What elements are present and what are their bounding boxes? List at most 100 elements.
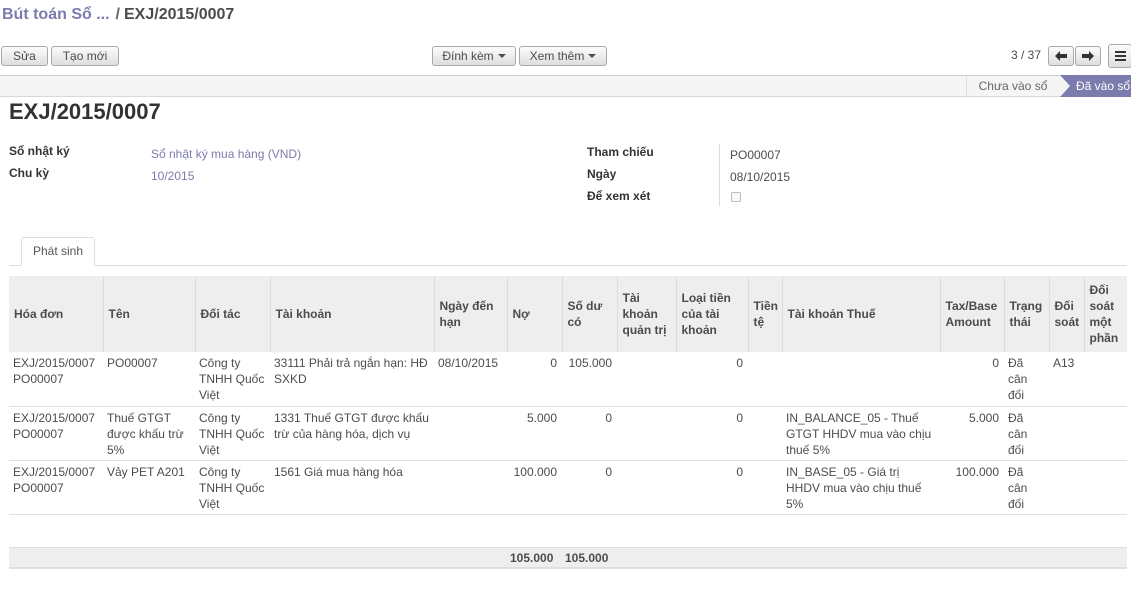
cell-currency <box>748 352 782 407</box>
cell-analytic <box>617 352 676 407</box>
cell-name: Vảy PET A201 <box>103 460 195 515</box>
list-icon <box>1114 51 1126 61</box>
cell-tax-code <box>782 352 940 407</box>
col-header[interactable]: Số dư có <box>561 276 617 352</box>
cell-partial-reconcile <box>1084 460 1127 515</box>
cell-currency <box>748 406 782 461</box>
cell-state: Đã cân đối <box>1004 352 1049 407</box>
totals-row: 105.000 105.000 <box>9 547 1127 568</box>
control-panel: Bút toán Sổ ... / EXJ/2015/0007 Sửa Tạo mớ… <box>0 0 1131 76</box>
edit-button[interactable]: Sửa <box>1 46 48 66</box>
attach-dropdown-button[interactable]: Đính kèm <box>432 46 516 66</box>
table-row[interactable]: EXJ/2015/0007 PO00007 Thuế GTGT được khấ… <box>9 406 1127 461</box>
attach-label: Đính kèm <box>442 49 494 63</box>
col-header[interactable]: Ngày đến hạn <box>433 276 507 352</box>
journal-lines-table: Hóa đơn Tên Đối tác Tài khoản Ngày đến h… <box>9 276 1127 569</box>
pager-previous-button[interactable] <box>1048 46 1074 66</box>
journal-value[interactable]: Sổ nhật ký mua hàng (VND) <box>151 147 301 161</box>
status-draft[interactable]: Chưa vào sổ <box>966 76 1059 96</box>
cell-account: 33111 Phải trả ngắn hạn: HĐ SXKD <box>270 352 434 407</box>
col-header[interactable]: Tax/Base Amount <box>939 276 1004 352</box>
col-header[interactable]: Đối soát <box>1048 276 1084 352</box>
cell-debit: 5.000 <box>507 406 562 461</box>
cell-debit: 0 <box>507 352 562 407</box>
status-posted[interactable]: Đã vào sổ <box>1060 75 1131 97</box>
breadcrumb: Bút toán Sổ ... / EXJ/2015/0007 <box>2 6 234 24</box>
cell-invoice: EXJ/2015/0007 PO00007 <box>9 406 103 461</box>
breadcrumb-current: EXJ/2015/0007 <box>124 6 235 23</box>
total-credit: 105.000 <box>565 551 609 565</box>
cell-tax-amount: 100.000 <box>940 460 1004 515</box>
create-button[interactable]: Tạo mới <box>51 46 119 66</box>
reference-value: PO00007 <box>730 148 781 162</box>
cell-account: 1561 Giá mua hàng hóa <box>270 460 434 515</box>
table-row[interactable]: EXJ/2015/0007 PO00007 Vảy PET A201 Công … <box>9 460 1127 515</box>
col-header[interactable]: Đối soát một phần <box>1083 276 1127 352</box>
cell-name: Thuế GTGT được khấu trừ 5% <box>103 406 195 461</box>
tab-divider <box>9 265 1127 266</box>
reference-label: Tham chiếu <box>587 145 654 159</box>
col-header[interactable]: Trạng thái <box>1003 276 1049 352</box>
pager-counter: 3 / 37 <box>1011 48 1042 62</box>
cell-analytic <box>617 406 676 461</box>
table-row[interactable]: EXJ/2015/0007 PO00007 PO00007 Công ty TN… <box>9 352 1127 407</box>
cell-currency <box>748 460 782 515</box>
cell-credit: 0 <box>562 406 617 461</box>
cell-credit: 0 <box>562 460 617 515</box>
field-divider <box>719 144 720 206</box>
col-header[interactable]: Tiền tệ <box>747 276 782 352</box>
record-title: EXJ/2015/0007 <box>9 99 161 124</box>
cell-partner: Công ty TNHH Quốc Việt <box>195 352 270 407</box>
breadcrumb-parent-link[interactable]: Bút toán Sổ ... <box>2 6 110 23</box>
cell-invoice: EXJ/2015/0007 PO00007 <box>9 352 103 407</box>
cell-tax-amount: 5.000 <box>940 406 1004 461</box>
cell-tax-code: IN_BASE_05 - Giá trị HHDV mua vào chịu t… <box>782 460 940 515</box>
breadcrumb-separator: / <box>115 6 120 23</box>
cell-invoice: EXJ/2015/0007 PO00007 <box>9 460 103 515</box>
col-header[interactable]: Hóa đơn <box>9 276 103 352</box>
to-review-label: Để xem xét <box>587 189 651 203</box>
cell-due-date <box>434 460 507 515</box>
cell-partial-reconcile <box>1084 406 1127 461</box>
status-bar: Chưa vào sổ Đã vào sổ <box>0 75 1131 97</box>
cell-analytic <box>617 460 676 515</box>
cell-state: Đã cân đối <box>1004 406 1049 461</box>
period-label: Chu kỳ <box>9 166 50 180</box>
cell-partner: Công ty TNHH Quốc Việt <box>195 460 270 515</box>
cell-reconcile <box>1049 460 1084 515</box>
cell-partner: Công ty TNHH Quốc Việt <box>195 406 270 461</box>
more-label: Xem thêm <box>529 49 585 63</box>
cell-amount-currency: 0 <box>676 406 748 461</box>
col-header[interactable]: Tên <box>102 276 195 352</box>
to-review-checkbox[interactable] <box>731 192 741 202</box>
cell-due-date <box>434 406 507 461</box>
cell-state: Đã cân đối <box>1004 460 1049 515</box>
cell-due-date: 08/10/2015 <box>434 352 507 407</box>
total-debit: 105.000 <box>510 551 554 565</box>
col-header[interactable]: Đối tác <box>194 276 270 352</box>
cell-partial-reconcile <box>1084 352 1127 407</box>
col-header[interactable]: Tài khoản Thuế <box>781 276 940 352</box>
more-dropdown-button[interactable]: Xem thêm <box>519 46 607 66</box>
date-value: 08/10/2015 <box>730 170 791 184</box>
list-view-button[interactable] <box>1108 44 1131 68</box>
caret-down-icon <box>497 54 506 58</box>
col-header[interactable]: Loại tiền của tài khoản <box>675 276 748 352</box>
arrow-left-icon <box>1055 51 1067 61</box>
journal-label: Sổ nhật ký <box>9 144 70 158</box>
pager-next-button[interactable] <box>1075 46 1101 66</box>
col-header[interactable]: Nợ <box>506 276 562 352</box>
arrow-right-icon <box>1082 51 1094 61</box>
caret-down-icon <box>588 54 597 58</box>
cell-amount-currency: 0 <box>676 460 748 515</box>
cell-tax-code: IN_BALANCE_05 - Thuế GTGT HHDV mua vào c… <box>782 406 940 461</box>
cell-debit: 100.000 <box>507 460 562 515</box>
cell-name: PO00007 <box>103 352 195 407</box>
tab-entries[interactable]: Phát sinh <box>21 237 95 266</box>
period-value[interactable]: 10/2015 <box>151 169 194 183</box>
col-header[interactable]: Tài khoản <box>269 276 434 352</box>
cell-tax-amount: 0 <box>940 352 1004 407</box>
col-header[interactable]: Tài khoản quản trị <box>616 276 676 352</box>
cell-amount-currency: 0 <box>676 352 748 407</box>
cell-credit: 105.000 <box>562 352 617 407</box>
